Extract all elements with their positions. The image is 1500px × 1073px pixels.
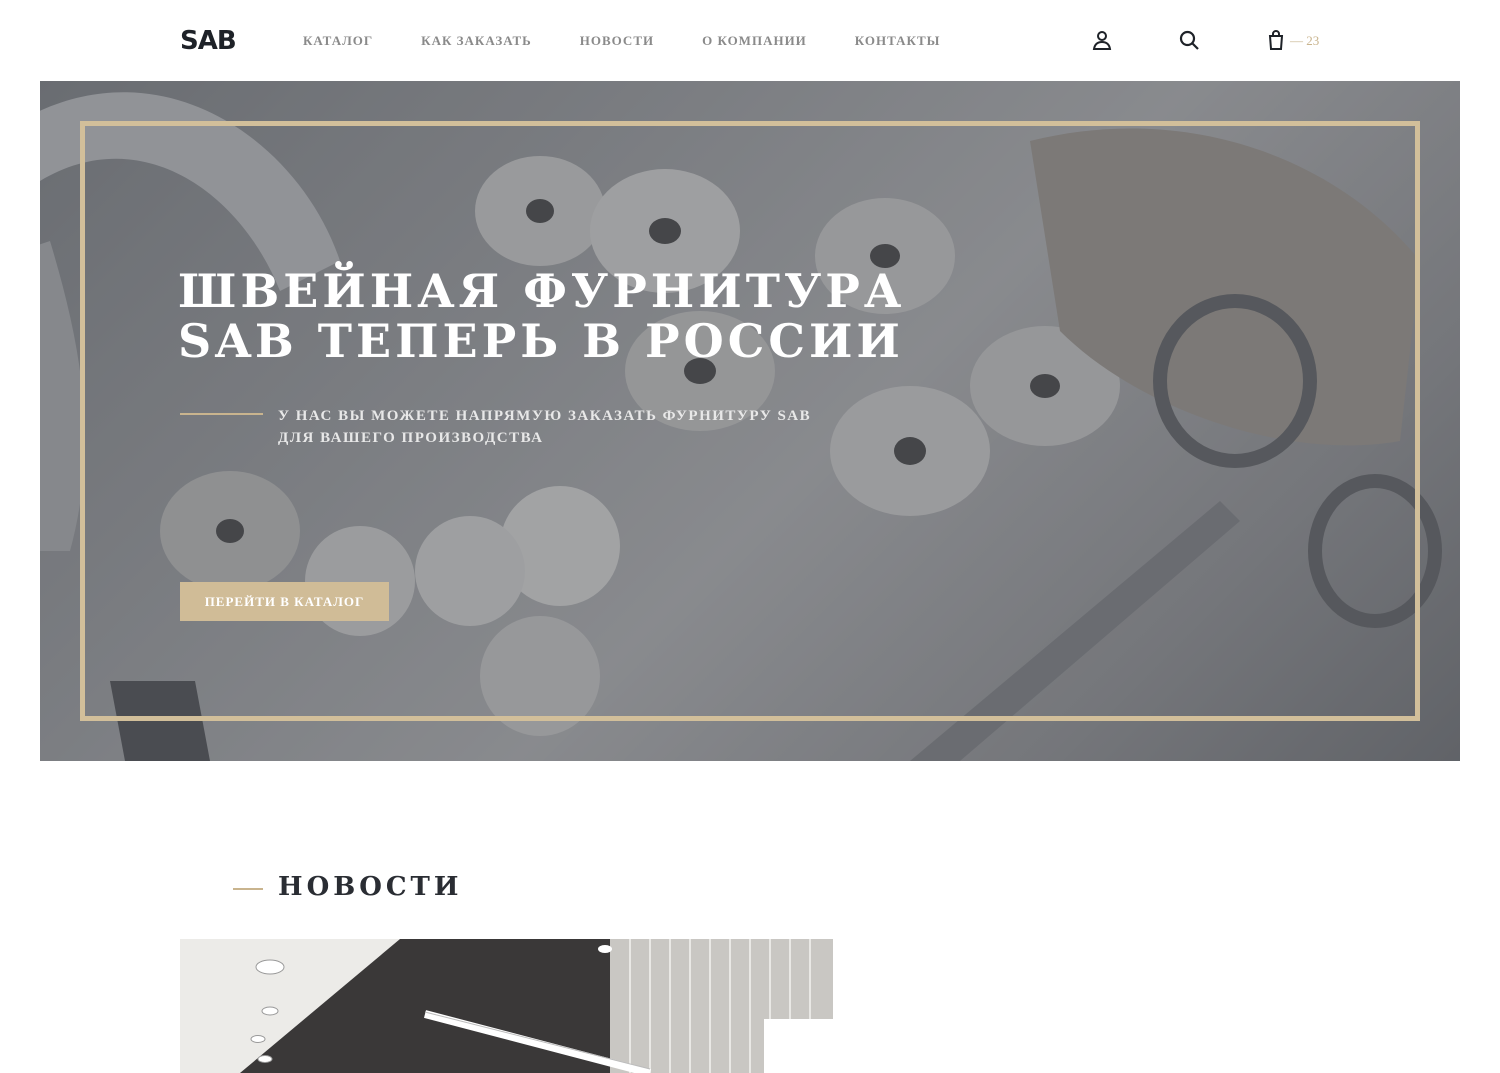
nav-news[interactable]: Новости <box>580 33 654 49</box>
search-icon[interactable] <box>1177 28 1201 52</box>
cart-count[interactable]: — 23 <box>1290 33 1319 49</box>
nav-contacts[interactable]: Контакты <box>855 33 941 49</box>
nav-how-to-order[interactable]: Как заказать <box>421 33 532 49</box>
hero-banner: Швейная фурнитура SAB теперь в России У … <box>40 81 1460 761</box>
shopping-bag-icon[interactable] <box>1264 28 1288 52</box>
main-nav: Каталог Как заказать Новости О компании … <box>303 33 988 49</box>
logo[interactable]: SAB <box>180 26 237 56</box>
hero-subtitle: У нас вы можете напрямую заказать фурнит… <box>278 408 812 446</box>
news-card-image[interactable] <box>180 939 833 1073</box>
hero-title: Швейная фурнитура SAB теперь в России <box>178 264 906 368</box>
go-to-catalog-button[interactable]: Перейти в каталог <box>180 582 389 621</box>
news-heading: Новости <box>278 872 463 902</box>
news-card-caption-area <box>764 1019 1324 1073</box>
user-icon[interactable] <box>1090 28 1114 52</box>
site-header: SAB Каталог Как заказать Новости О компа… <box>0 0 1500 81</box>
nav-about[interactable]: О компании <box>702 33 807 49</box>
news-accent-line <box>233 888 263 890</box>
hero-accent-line <box>180 413 263 415</box>
nav-catalog[interactable]: Каталог <box>303 33 373 49</box>
news-image-illustration <box>180 939 833 1073</box>
